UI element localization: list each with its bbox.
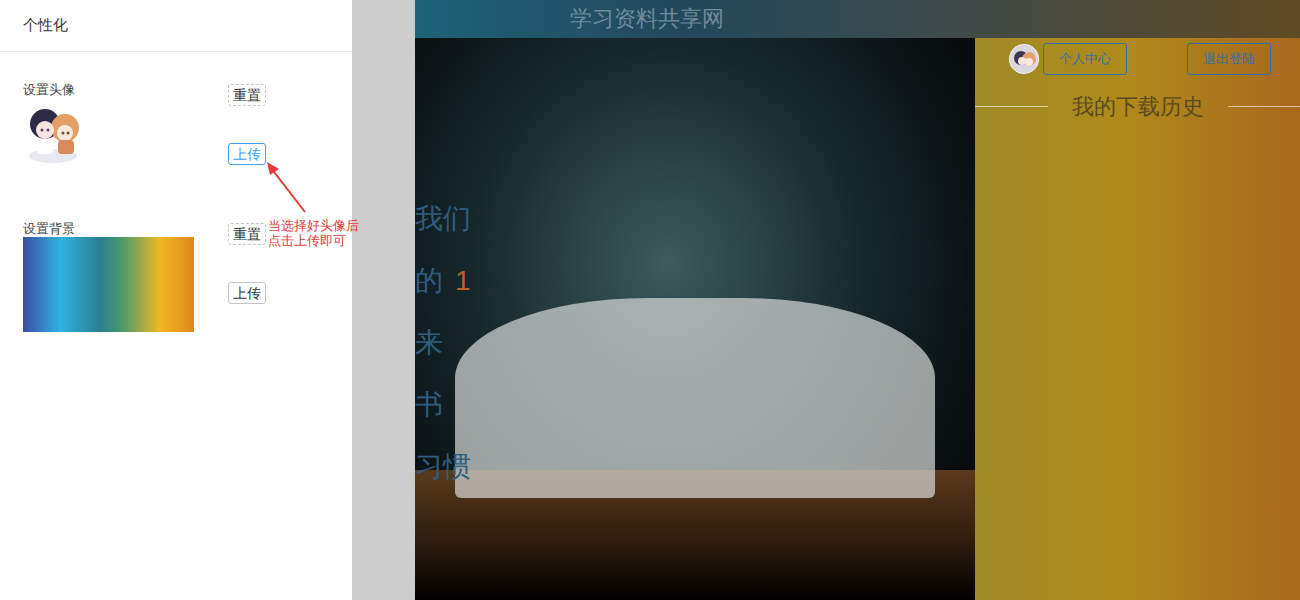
slogan-line: 书 [415,374,471,436]
upload-button[interactable]: 上传 [228,143,266,165]
mask [352,0,415,600]
section-buttons: 重置上传 [228,219,266,332]
button-label: 重置 [233,226,261,242]
slogan: 我们的1来书习惯 [415,188,471,498]
button-slot: 上传 [228,281,266,305]
button-label: 上传 [233,285,261,301]
button-slot: 上传 [228,142,266,166]
top-bar: 学习资料共享网 [415,0,1300,38]
user-bar: 个人中心 退出登陆 [975,38,1300,75]
user-avatar-icon[interactable] [1009,44,1039,74]
slogan-text: 的 [415,250,443,312]
button-label: 重置 [233,87,261,103]
user-column: 个人中心 退出登陆 我的下载历史 [975,38,1300,600]
app: 个性化 设置头像重置上传设置背景重置上传 学习资料共享网 我们的1来书习惯 个人… [0,0,1300,600]
section-label: 设置背景 [23,219,228,237]
banner-photo: 我们的1来书习惯 [415,38,975,600]
profile-button[interactable]: 个人中心 [1043,43,1127,75]
slogan-text: 书 [415,374,443,436]
history-header: 我的下载历史 [975,90,1300,123]
settings-section: 设置头像重置上传 [0,80,352,166]
annotation: 当选择好头像后点击上传即可 [268,218,360,248]
avatar-preview-icon [23,100,85,165]
background-preview [23,237,194,332]
button-label: 上传 [233,146,261,162]
settings-panel: 个性化 设置头像重置上传设置背景重置上传 [0,0,352,600]
button-slot: 重置 [228,222,266,246]
slogan-line: 来 [415,312,471,374]
section-buttons: 重置上传 [228,80,266,166]
slogan-text: 习惯 [415,436,471,498]
slogan-line: 的1 [415,250,471,312]
main-page: 学习资料共享网 我们的1来书习惯 个人中心 退出登陆 我的下载历史 [415,0,1300,600]
section-list: 设置头像重置上传设置背景重置上传 [0,52,352,332]
slogan-line: 习惯 [415,436,471,498]
panel-title: 个性化 [0,0,352,52]
book-shape [455,298,935,498]
site-title: 学习资料共享网 [570,0,724,38]
slogan-text: 我们 [415,188,471,250]
logout-button[interactable]: 退出登陆 [1187,43,1271,75]
history-title: 我的下载历史 [1048,90,1228,123]
slogan-line: 我们 [415,188,471,250]
button-slot: 重置 [228,83,266,107]
reset-button[interactable]: 重置 [228,84,266,106]
slogan-text: 来 [415,312,443,374]
reset-button[interactable]: 重置 [228,223,266,245]
upload-button[interactable]: 上传 [228,282,266,304]
slogan-number: 1 [455,250,471,312]
section-label: 设置头像 [23,80,228,98]
annotation-arrow-icon [262,160,312,216]
